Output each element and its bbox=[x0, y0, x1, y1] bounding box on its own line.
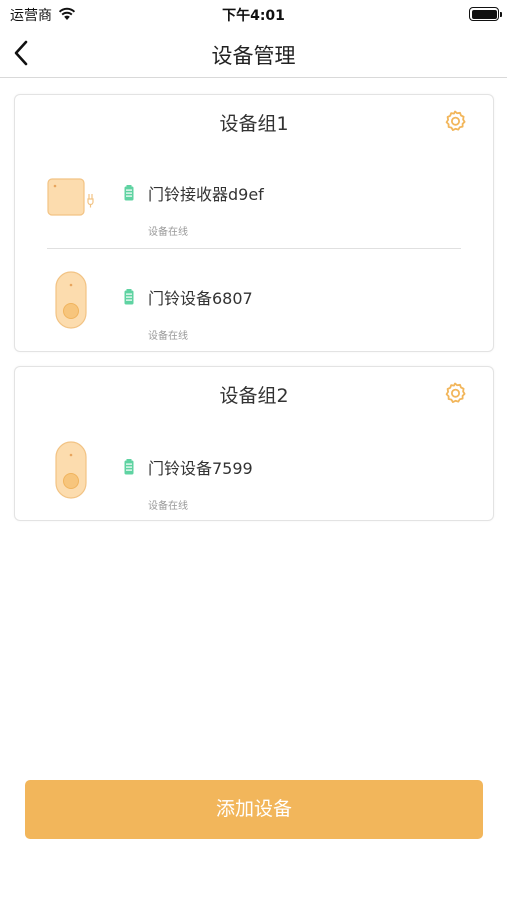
doorbell-receiver-icon bbox=[47, 178, 94, 216]
device-row[interactable]: 门铃接收器d9ef 设备在线 bbox=[15, 157, 493, 253]
device-group-card: 设备组2 门铃设备7599 设备在线 bbox=[14, 366, 494, 521]
page-title: 设备管理 bbox=[211, 44, 296, 68]
doorbell-device-icon bbox=[55, 271, 87, 329]
device-name: 门铃设备7599 bbox=[148, 459, 253, 478]
device-group-card: 设备组1 门铃接收器d9ef 设备在线 门铃设备6807 设备在线 bbox=[14, 94, 494, 352]
device-status: 设备在线 bbox=[148, 227, 188, 238]
group-settings-button[interactable] bbox=[443, 381, 467, 405]
group-settings-button[interactable] bbox=[443, 109, 467, 133]
gear-icon bbox=[445, 382, 466, 403]
device-name: 门铃设备6807 bbox=[148, 289, 253, 308]
clock: 下午4:01 bbox=[222, 8, 285, 24]
battery-icon bbox=[469, 7, 502, 21]
battery-level-icon bbox=[124, 289, 134, 305]
status-bar: 运营商 下午4:01 bbox=[0, 0, 507, 28]
battery-level-icon bbox=[124, 459, 134, 475]
battery-level-icon bbox=[124, 185, 134, 201]
device-name: 门铃接收器d9ef bbox=[148, 185, 264, 204]
gear-icon bbox=[445, 110, 466, 131]
add-device-button[interactable]: 添加设备 bbox=[25, 780, 483, 839]
divider bbox=[47, 248, 461, 249]
doorbell-device-icon bbox=[55, 441, 87, 499]
device-status: 设备在线 bbox=[148, 501, 188, 512]
device-status: 设备在线 bbox=[148, 331, 188, 342]
group-title: 设备组2 bbox=[219, 385, 289, 407]
nav-bar: 设备管理 bbox=[0, 28, 507, 78]
group-title: 设备组1 bbox=[219, 113, 289, 135]
device-row[interactable]: 门铃设备6807 设备在线 bbox=[15, 261, 493, 357]
device-row[interactable]: 门铃设备7599 设备在线 bbox=[15, 431, 493, 527]
